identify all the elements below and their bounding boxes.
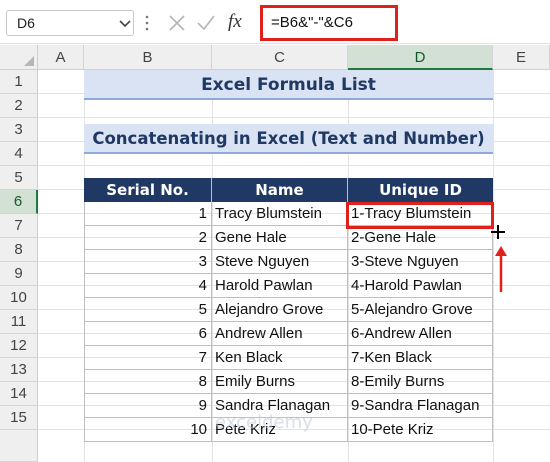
row-header[interactable]: 8 xyxy=(0,238,38,262)
serial-cell[interactable]: 7 xyxy=(84,346,212,370)
row-header-selected[interactable]: 6 xyxy=(0,190,38,214)
formula-buttons: fx xyxy=(160,10,254,36)
row-header[interactable]: 2 xyxy=(0,94,38,118)
serial-cell[interactable]: 5 xyxy=(84,298,212,322)
row-header[interactable]: 10 xyxy=(0,286,38,310)
name-cell[interactable]: Ken Black xyxy=(212,346,348,370)
sheet-title: Excel Formula List xyxy=(84,70,493,100)
uid-cell[interactable]: 7-Ken Black xyxy=(348,346,493,370)
select-all-corner[interactable] xyxy=(0,45,38,70)
column-header-a[interactable]: A xyxy=(38,45,84,70)
formula-bar-area: D6 fx =B6&"-"&C6 xyxy=(0,0,550,44)
enter-check-icon[interactable] xyxy=(196,14,216,32)
serial-cell[interactable]: 8 xyxy=(84,370,212,394)
row-header[interactable]: 5 xyxy=(0,166,38,190)
table-header-uid: Unique ID xyxy=(348,178,493,202)
row-header[interactable]: 13 xyxy=(0,358,38,382)
uid-cell[interactable]: 4-Harold Pawlan xyxy=(348,274,493,298)
column-header-e[interactable]: E xyxy=(493,45,550,70)
row-header[interactable]: 4 xyxy=(0,142,38,166)
watermark: exceldemy xyxy=(215,412,313,433)
formula-input[interactable]: =B6&"-"&C6 xyxy=(260,5,398,41)
select-all-triangle-icon xyxy=(24,56,34,66)
row-header[interactable]: 7 xyxy=(0,214,38,238)
column-header-c[interactable]: C xyxy=(212,45,348,70)
name-box[interactable]: D6 xyxy=(6,10,134,36)
name-cell[interactable]: Steve Nguyen xyxy=(212,250,348,274)
grid-line xyxy=(38,117,550,118)
uid-cell[interactable]: 5-Alejandro Grove xyxy=(348,298,493,322)
name-cell[interactable]: Harold Pawlan xyxy=(212,274,348,298)
row-header[interactable]: 3 xyxy=(0,118,38,142)
formula-text: =B6&"-"&C6 xyxy=(271,14,353,31)
table-header-serial: Serial No. xyxy=(84,178,212,202)
uid-cell[interactable]: 2-Gene Hale xyxy=(348,226,493,250)
serial-cell[interactable]: 6 xyxy=(84,322,212,346)
row-header[interactable]: 15 xyxy=(0,406,38,430)
sheet-subtitle: Concatenating in Excel (Text and Number) xyxy=(84,124,493,154)
uid-cell[interactable]: 10-Pete Kriz xyxy=(348,418,493,442)
selected-cell-outline xyxy=(346,202,494,229)
serial-cell[interactable]: 2 xyxy=(84,226,212,250)
row-header[interactable] xyxy=(0,430,38,462)
uid-cell[interactable]: 6-Andrew Allen xyxy=(348,322,493,346)
grid-line xyxy=(38,165,550,166)
name-cell[interactable]: Andrew Allen xyxy=(212,322,348,346)
row-header[interactable]: 1 xyxy=(0,70,38,94)
row-header[interactable]: 12 xyxy=(0,334,38,358)
column-header-d[interactable]: D xyxy=(348,45,493,70)
column-header-b[interactable]: B xyxy=(84,45,212,70)
cancel-x-icon[interactable] xyxy=(168,14,186,32)
uid-cell[interactable]: 3-Steve Nguyen xyxy=(348,250,493,274)
uid-cell[interactable]: 9-Sandra Flanagan xyxy=(348,394,493,418)
table-header-name: Name xyxy=(212,178,348,202)
serial-cell[interactable]: 1 xyxy=(84,202,212,226)
serial-cell[interactable]: 4 xyxy=(84,274,212,298)
fx-icon[interactable]: fx xyxy=(228,11,242,33)
name-cell[interactable]: Gene Hale xyxy=(212,226,348,250)
row-header[interactable]: 14 xyxy=(0,382,38,406)
serial-cell[interactable]: 3 xyxy=(84,250,212,274)
name-box-value: D6 xyxy=(17,15,35,31)
fill-handle-plus-icon[interactable] xyxy=(491,225,505,239)
serial-cell[interactable]: 9 xyxy=(84,394,212,418)
name-cell[interactable]: Emily Burns xyxy=(212,370,348,394)
name-cell[interactable]: Tracy Blumstein xyxy=(212,202,348,226)
row-header[interactable]: 11 xyxy=(0,310,38,334)
serial-cell[interactable]: 10 xyxy=(84,418,212,442)
name-cell[interactable]: Alejandro Grove xyxy=(212,298,348,322)
up-arrow-icon xyxy=(495,246,507,292)
drag-handle-icon[interactable] xyxy=(145,13,149,33)
uid-cell[interactable]: 8-Emily Burns xyxy=(348,370,493,394)
chevron-down-icon[interactable] xyxy=(119,17,131,29)
row-header[interactable]: 9 xyxy=(0,262,38,286)
